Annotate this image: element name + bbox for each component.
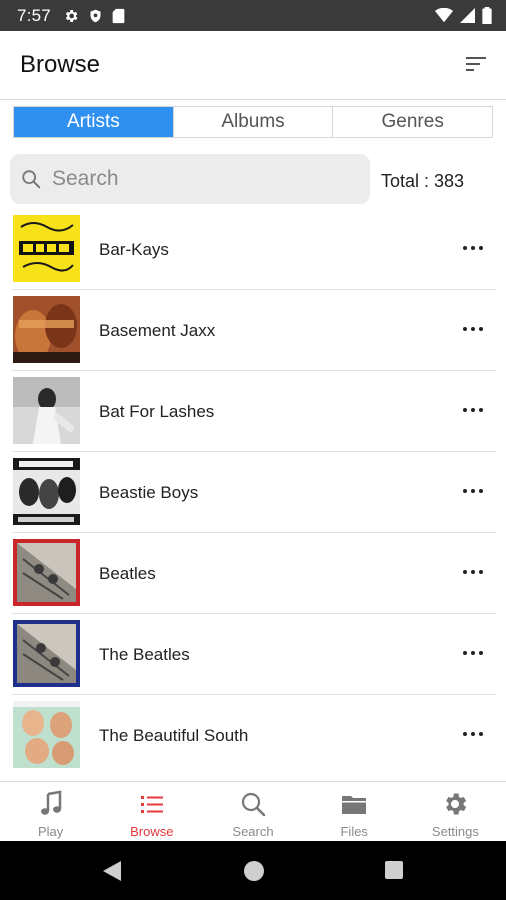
page-title: Browse — [20, 51, 101, 78]
artist-name: Basement Jaxx — [99, 321, 216, 340]
album-art — [13, 620, 80, 687]
album-art — [13, 539, 80, 606]
shield-icon — [90, 9, 101, 22]
artist-name: The Beatles — [99, 645, 190, 664]
home-icon[interactable] — [243, 860, 265, 882]
artist-name: Beastie Boys — [99, 483, 199, 502]
more-options-button[interactable] — [462, 482, 484, 500]
status-time: 7:57 — [17, 5, 51, 25]
beatles-red-art — [13, 539, 80, 606]
beastie-boys-art — [13, 458, 80, 525]
album-art — [13, 296, 80, 363]
battery-icon — [482, 7, 492, 24]
album-art — [13, 701, 80, 768]
status-bar: 7:57 — [0, 0, 506, 31]
nav-browse[interactable]: Browse — [101, 782, 202, 842]
more-icon — [463, 651, 483, 655]
list-item[interactable]: Basement Jaxx — [12, 290, 496, 371]
status-icons-left — [63, 8, 125, 24]
list-item[interactable]: Beatles — [12, 533, 496, 614]
more-icon — [463, 327, 483, 331]
artist-name: Bar-Kays — [99, 240, 169, 259]
tab-albums[interactable]: Albums — [173, 107, 334, 137]
more-options-button[interactable] — [462, 725, 484, 743]
status-icons-right — [435, 0, 492, 31]
gear-icon — [65, 9, 78, 22]
more-icon — [463, 246, 483, 250]
signal-icon — [460, 8, 475, 23]
more-options-button[interactable] — [462, 320, 484, 338]
atlantic-soul-classics-art — [13, 215, 80, 282]
nav-settings[interactable]: Settings — [405, 782, 506, 842]
sort-icon — [466, 57, 486, 71]
list-item[interactable]: The Beautiful South — [12, 695, 496, 775]
music-note-icon — [40, 790, 61, 815]
album-art — [13, 377, 80, 444]
browse-tabs: Artists Albums Genres — [13, 106, 493, 138]
nav-label: Play — [37, 824, 64, 839]
bat-for-lashes-art — [13, 377, 80, 444]
more-options-button[interactable] — [462, 563, 484, 581]
list-item[interactable]: Bar-Kays — [12, 209, 496, 290]
nav-label: Browse — [130, 824, 174, 839]
nav-files[interactable]: Files — [304, 782, 405, 842]
bottom-nav: Play Browse Search Files Settings — [0, 781, 506, 842]
more-options-button[interactable] — [462, 644, 484, 662]
more-icon — [463, 732, 483, 736]
search-box[interactable] — [10, 154, 370, 204]
list-item[interactable]: Bat For Lashes — [12, 371, 496, 452]
basement-jaxx-art — [13, 296, 80, 363]
search-icon — [22, 170, 41, 189]
nav-label: Files — [340, 824, 368, 839]
recents-icon[interactable] — [384, 860, 404, 880]
list-item[interactable]: The Beatles — [12, 614, 496, 695]
more-icon — [463, 408, 483, 412]
system-nav-bar — [0, 841, 506, 900]
more-options-button[interactable] — [462, 401, 484, 419]
artist-list: Bar-Kays Basement Jaxx Bat For Lashes Be… — [0, 209, 506, 775]
artist-name: The Beautiful South — [99, 726, 249, 745]
more-icon — [463, 570, 483, 574]
nav-search[interactable]: Search — [202, 782, 303, 842]
total-count: Total : 383 — [381, 171, 465, 191]
tab-genres[interactable]: Genres — [333, 107, 493, 137]
nav-label: Search — [232, 824, 274, 839]
sd-card-icon — [112, 8, 125, 23]
more-icon — [463, 489, 483, 493]
beautiful-south-art — [13, 701, 80, 768]
search-input[interactable] — [50, 166, 354, 192]
beatles-blue-art — [13, 620, 80, 687]
back-icon[interactable] — [101, 860, 123, 882]
sort-button[interactable] — [464, 53, 488, 75]
tab-artists[interactable]: Artists — [14, 107, 174, 137]
folder-icon — [342, 796, 367, 814]
wifi-icon — [435, 8, 453, 23]
gear-icon — [446, 793, 467, 815]
list-item[interactable]: Beastie Boys — [12, 452, 496, 533]
album-art — [13, 458, 80, 525]
app-header: Browse — [0, 31, 506, 100]
list-icon — [140, 796, 163, 813]
album-art — [13, 215, 80, 282]
nav-play[interactable]: Play — [0, 782, 101, 842]
search-icon — [241, 792, 266, 817]
artist-name: Bat For Lashes — [99, 402, 215, 421]
nav-label: Settings — [431, 824, 479, 839]
artist-name: Beatles — [99, 564, 156, 583]
more-options-button[interactable] — [462, 239, 484, 257]
